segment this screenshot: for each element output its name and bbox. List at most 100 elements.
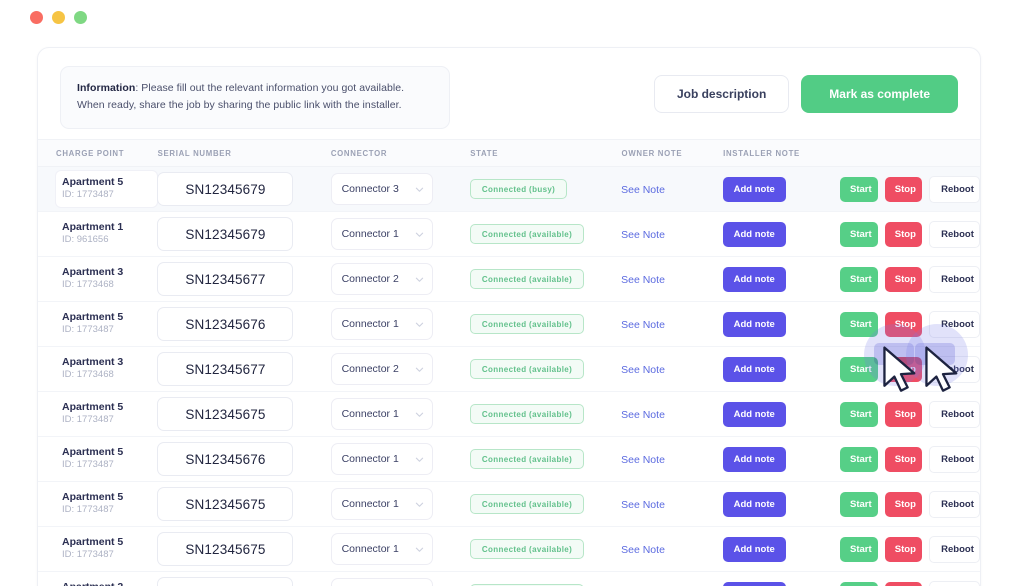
start-button[interactable]: Start (840, 446, 878, 472)
serial-number-input[interactable] (157, 217, 294, 251)
stop-button[interactable]: Stop (884, 491, 923, 517)
start-button[interactable]: Start (840, 176, 878, 202)
add-note-button[interactable]: Add note (722, 176, 786, 202)
connector-selected-value: Connector 1 (341, 228, 399, 240)
add-note-button[interactable]: Add note (722, 266, 786, 292)
row-actions: StartStopReboot (840, 445, 980, 473)
reboot-button[interactable]: Reboot (929, 265, 980, 293)
reboot-button[interactable]: Reboot (929, 490, 980, 518)
charge-point-name: Apartment 3 (62, 356, 124, 368)
see-note-link[interactable]: See Note (621, 364, 665, 376)
stop-button[interactable]: Stop (884, 446, 923, 472)
reboot-button[interactable]: Reboot (929, 400, 980, 428)
connector-select[interactable]: Connector 2 (330, 263, 433, 295)
charge-point-id: ID: 1773487 (62, 414, 114, 426)
reboot-button[interactable]: Reboot (929, 355, 980, 383)
serial-number-input[interactable] (157, 262, 294, 296)
serial-number-input[interactable] (157, 307, 294, 341)
stop-button[interactable]: Stop (884, 176, 923, 202)
add-note-button[interactable]: Add note (722, 581, 786, 586)
see-note-link[interactable]: See Note (621, 544, 665, 556)
reboot-button[interactable]: Reboot (929, 445, 980, 473)
start-button[interactable]: Start (840, 491, 878, 517)
serial-number-input[interactable] (157, 577, 294, 586)
reboot-button[interactable]: Reboot (929, 175, 980, 203)
charge-point-name: Apartment 5 (62, 491, 124, 503)
charge-point-id: ID: 1773468 (62, 369, 114, 381)
connector-select[interactable]: Connector 1 (330, 533, 433, 565)
column-header-charge-point: CHARGE POINT (56, 148, 125, 158)
connector-select[interactable]: Connector 1 (330, 398, 433, 430)
row-actions: StartStopReboot (840, 220, 980, 248)
browser-viewport: Information: Please fill out the relevan… (10, 34, 1014, 586)
reboot-button[interactable]: Reboot (929, 535, 980, 563)
reboot-button[interactable]: Reboot (929, 310, 980, 338)
table-body: Apartment 5ID: 1773487Connector 3Connect… (38, 167, 980, 586)
charge-point-name: Apartment 2 (62, 580, 149, 586)
charge-point-cell: Apartment 5 ID: 1773487 (56, 306, 157, 342)
start-button[interactable]: Start (840, 581, 878, 586)
stop-button[interactable]: Stop (884, 401, 923, 427)
mark-as-complete-button[interactable]: Mark as complete (801, 75, 958, 113)
start-button[interactable]: Start (840, 311, 878, 337)
see-note-link[interactable]: See Note (621, 454, 665, 466)
information-label: Information (77, 82, 136, 94)
connector-select[interactable]: Connector 2 (330, 353, 433, 385)
add-note-button[interactable]: Add note (722, 401, 786, 427)
serial-number-input[interactable] (157, 172, 294, 206)
reboot-button[interactable]: Reboot (929, 580, 980, 586)
add-note-button[interactable]: Add note (722, 491, 786, 517)
add-note-button[interactable]: Add note (722, 311, 786, 337)
job-description-button[interactable]: Job description (653, 75, 790, 113)
connector-select[interactable]: Connector 1 (330, 218, 433, 250)
reboot-button[interactable]: Reboot (929, 220, 980, 248)
see-note-link[interactable]: See Note (621, 229, 665, 241)
status-badge: Connected (available) (469, 269, 585, 290)
charge-points-card: Information: Please fill out the relevan… (37, 47, 981, 586)
table-row: Apartment 3ID: 1773468 Connector 2 Connect… (38, 257, 980, 302)
stop-button[interactable]: Stop (884, 356, 923, 382)
minimize-window-button[interactable] (52, 10, 65, 24)
start-button[interactable]: Start (840, 266, 878, 292)
see-note-link[interactable]: See Note (621, 409, 665, 421)
serial-number-input[interactable] (157, 532, 294, 566)
column-header-serial-number: SERIAL NUMBER (157, 148, 232, 158)
serial-number-input[interactable] (157, 442, 294, 476)
chevron-down-icon (415, 365, 424, 374)
serial-number-input[interactable] (157, 487, 294, 521)
start-button[interactable]: Start (840, 221, 878, 247)
maximize-window-button[interactable] (74, 10, 87, 24)
stop-button[interactable]: Stop (884, 221, 923, 247)
see-note-link[interactable]: See Note (621, 184, 665, 196)
charge-point-cell: Apartment 5 ID: 1773487 (56, 486, 157, 522)
start-button[interactable]: Start (840, 401, 878, 427)
stop-button[interactable]: Stop (884, 311, 923, 337)
charge-point-name: Apartment 5 (62, 176, 124, 188)
row-actions: StartStopReboot (840, 400, 980, 428)
column-header-owner-note: OWNER NOTE (621, 148, 683, 158)
serial-number-input[interactable] (157, 397, 294, 431)
see-note-link[interactable]: See Note (621, 499, 665, 511)
connector-select[interactable]: Connector 1 (330, 443, 433, 475)
table-row: Apartment 1ID: 961656 Connector 1 Connecte… (38, 212, 980, 257)
connector-select[interactable]: Connector 1 (330, 578, 433, 586)
start-button[interactable]: Start (840, 356, 878, 382)
connector-select[interactable]: Connector 1 (330, 308, 433, 340)
stop-button[interactable]: Stop (884, 536, 923, 562)
charge-point-cell: Apartment 5 ID: 1773487 (56, 171, 158, 207)
stop-button[interactable]: Stop (884, 266, 923, 292)
see-note-link[interactable]: See Note (621, 319, 665, 331)
serial-number-input[interactable] (157, 352, 294, 386)
header-actions: Job description Mark as complete (653, 75, 958, 113)
close-window-button[interactable] (30, 10, 43, 24)
connector-select[interactable]: Connector 3 (330, 173, 433, 205)
stop-button[interactable]: Stop (884, 581, 923, 586)
chevron-down-icon (415, 500, 424, 509)
see-note-link[interactable]: See Note (621, 274, 665, 286)
add-note-button[interactable]: Add note (722, 446, 786, 472)
add-note-button[interactable]: Add note (722, 356, 786, 382)
add-note-button[interactable]: Add note (722, 536, 786, 562)
add-note-button[interactable]: Add note (722, 221, 786, 247)
start-button[interactable]: Start (840, 536, 878, 562)
connector-select[interactable]: Connector 1 (330, 488, 433, 520)
